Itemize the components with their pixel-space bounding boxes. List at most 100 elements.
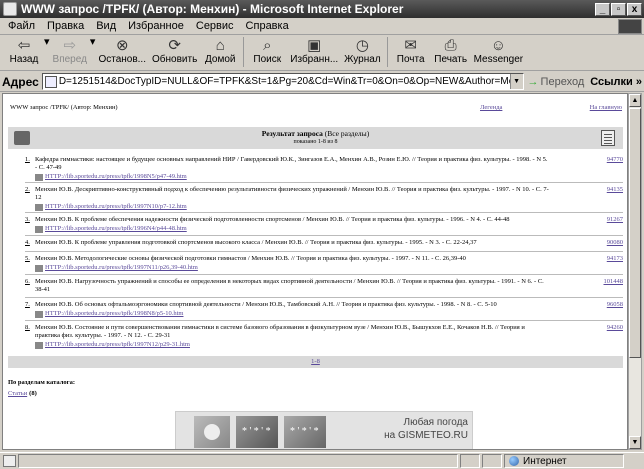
address-dropdown-icon[interactable]: ▼ — [509, 74, 523, 89]
divider — [25, 251, 623, 252]
catalog-link[interactable]: Статьи — [8, 390, 27, 397]
go-button[interactable]: → Переход — [528, 76, 585, 88]
fulltext-icon — [35, 225, 43, 233]
item-url-link[interactable]: HTTP://lib.sportedu.ru/press/tpfk/1998N8… — [45, 310, 183, 318]
search-button[interactable]: ⌕ Поиск — [247, 35, 287, 66]
page-status-icon — [3, 455, 16, 467]
results-count: показано 1-8 из 8 — [293, 139, 338, 145]
banner-line2: на GISMETEO.RU — [384, 430, 468, 441]
page-crumb: WWW запрос /ТРFК/ (Автор: Менхин) — [10, 104, 118, 111]
minimize-button[interactable]: _ — [595, 2, 610, 16]
toolbar-separator — [243, 37, 245, 67]
results-title: Результат запроса — [261, 129, 323, 138]
home-button[interactable]: ⌂ Домой — [200, 35, 240, 66]
menu-bar: Файл Правка Вид Избранное Сервис Справка — [0, 18, 644, 35]
messenger-icon: ☺ — [490, 37, 507, 54]
forward-button[interactable]: ⇨ Вперед — [50, 35, 90, 66]
item-url-link[interactable]: HTTP://lib.sportedu.ru/press/tpfk/1997N1… — [45, 341, 190, 349]
refresh-button[interactable]: ⟳ Обновить — [149, 35, 200, 66]
scroll-thumb[interactable] — [629, 108, 641, 358]
history-icon: ◷ — [355, 37, 369, 54]
item-id-link[interactable]: 94770 — [607, 156, 623, 164]
window-title: WWW запрос /ТРFК/ (Автор: Менхин) - Micr… — [21, 2, 404, 16]
status-cell — [482, 454, 502, 468]
item-id-link[interactable]: 96058 — [607, 301, 623, 309]
divider — [25, 212, 623, 213]
menu-view[interactable]: Вид — [90, 20, 122, 32]
fulltext-icon — [35, 264, 43, 272]
item-id-link[interactable]: 101448 — [604, 278, 624, 286]
item-text: Менхин Ю.В. Об основах офтальмоэргономик… — [35, 301, 497, 308]
status-bar: Интернет — [0, 452, 644, 469]
item-number[interactable]: 3. — [25, 216, 30, 224]
stop-icon: ⊗ — [115, 37, 129, 54]
item-number[interactable]: 8. — [25, 324, 30, 332]
item-url-link[interactable]: HTTP://lib.sportedu.ru/press/tpfk/1996N4… — [45, 225, 187, 233]
title-bar: WWW запрос /ТРFК/ (Автор: Менхин) - Micr… — [0, 0, 644, 18]
address-url[interactable]: D=1251514&DocTypID=NULL&OF=TPFK&St=1&Pg=… — [59, 76, 510, 87]
item-url-link[interactable]: HTTP://lib.sportedu.ru/press/tpfk/1997N1… — [45, 264, 198, 272]
messenger-button[interactable]: ☺ Messenger — [471, 35, 526, 66]
item-text: Менхин Ю.В. К проблеме обеспечения надеж… — [35, 216, 510, 223]
close-button[interactable]: x — [627, 2, 642, 16]
list-icon[interactable] — [601, 130, 615, 146]
item-id-link[interactable]: 90080 — [607, 239, 623, 247]
results-scope: (Все разделы) — [324, 129, 370, 138]
toolbar-separator — [386, 37, 388, 67]
home-icon: ⌂ — [215, 37, 225, 54]
favorites-button[interactable]: ▣ Избранн... — [287, 35, 341, 66]
security-zone: Интернет — [504, 454, 624, 468]
item-number[interactable]: 2. — [25, 186, 30, 194]
divider — [25, 235, 623, 236]
standard-toolbar: ⇦ Назад ▾ ⇨ Вперед ▾ ⊗ Останов... ⟳ Обно… — [0, 35, 644, 71]
item-id-link[interactable]: 94173 — [607, 255, 623, 263]
pager: 1-8 — [8, 356, 623, 368]
item-id-link[interactable]: 94135 — [607, 186, 623, 194]
item-id-link[interactable]: 91267 — [607, 216, 623, 224]
divider — [25, 182, 623, 183]
fulltext-icon — [35, 341, 43, 349]
menu-tools[interactable]: Сервис — [190, 20, 240, 32]
item-number[interactable]: 5. — [25, 255, 30, 263]
catalog-item: Статьи (8) — [8, 390, 37, 397]
item-text: Менхин Ю.В. К проблеме управления подгот… — [35, 239, 477, 246]
vertical-scrollbar[interactable]: ▲ ▼ — [628, 93, 642, 450]
search-icon: ⌕ — [263, 37, 272, 54]
back-arrow-icon: ⇦ — [17, 37, 31, 54]
item-url-link[interactable]: HTTP://lib.sportedu.ru/press/tpfk/1997N1… — [45, 203, 187, 211]
print-button[interactable]: ⎙ Печать — [431, 35, 471, 66]
weather-banner[interactable]: Любая погода на GISMETEO.RU — [175, 411, 473, 449]
divider — [25, 320, 623, 321]
links-button[interactable]: Ссылки » — [590, 76, 642, 88]
item-number[interactable]: 7. — [25, 301, 30, 309]
menu-favorites[interactable]: Избранное — [122, 20, 190, 32]
legend-link[interactable]: Легенда — [480, 104, 502, 111]
item-text: Менхин Ю.В. Методологические основы физи… — [35, 255, 466, 262]
item-text: Кафедра гимнастики: настоящее и будущее … — [35, 156, 548, 171]
home-link[interactable]: На главную — [590, 104, 622, 111]
item-number[interactable]: 1. — [25, 156, 30, 164]
item-number[interactable]: 4. — [25, 239, 30, 247]
menu-file[interactable]: Файл — [2, 20, 41, 32]
scroll-up-icon[interactable]: ▲ — [629, 94, 641, 107]
stop-button[interactable]: ⊗ Останов... — [95, 35, 149, 66]
scroll-down-icon[interactable]: ▼ — [629, 436, 641, 449]
history-button[interactable]: ◷ Журнал — [341, 35, 384, 66]
mail-button[interactable]: ✉ Почта — [391, 35, 431, 66]
maximize-button[interactable]: ▫ — [611, 2, 626, 16]
back-button[interactable]: ⇦ Назад — [4, 35, 44, 66]
catalog-count: (8) — [29, 390, 37, 397]
menu-help[interactable]: Справка — [240, 20, 295, 32]
menu-edit[interactable]: Правка — [41, 20, 90, 32]
pager-link[interactable]: 1-8 — [311, 358, 320, 365]
item-id-link[interactable]: 94260 — [607, 324, 623, 332]
fulltext-icon — [35, 203, 43, 211]
fulltext-icon — [35, 173, 43, 181]
favorites-icon: ▣ — [307, 37, 322, 54]
page-icon — [44, 75, 57, 88]
address-input[interactable]: D=1251514&DocTypID=NULL&OF=TPFK&St=1&Pg=… — [41, 73, 524, 90]
ie-app-icon — [3, 2, 17, 16]
item-url-link[interactable]: HTTP://lib.sportedu.ru/press/tpfk/1998N5… — [45, 173, 187, 181]
item-text: Менхин Ю.В. Нагрузочность упражнений и с… — [35, 278, 544, 293]
item-number[interactable]: 6. — [25, 278, 30, 286]
